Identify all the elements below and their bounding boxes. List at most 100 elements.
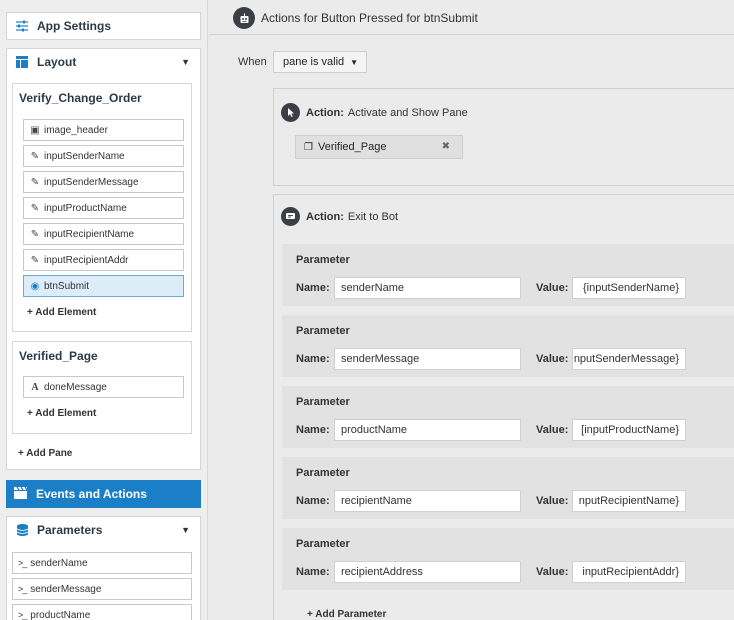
image-icon: ▣: [30, 124, 40, 136]
value-label: Value:: [536, 424, 569, 436]
caret-down-icon[interactable]: ▼: [181, 57, 190, 67]
when-label: When: [238, 56, 267, 68]
add-parameter-link[interactable]: + Add Parameter: [307, 609, 386, 620]
action-header-exit: Action: Exit to Bot: [281, 207, 398, 226]
database-icon: [15, 523, 29, 537]
parameter-name-input[interactable]: productName: [334, 419, 521, 441]
parameter-block: Parameter Name: recipientAddress Value: …: [282, 528, 734, 590]
parameter-item-sender-message[interactable]: >_ senderMessage: [12, 578, 192, 600]
when-condition-value: pane is valid: [283, 56, 345, 68]
layout-icon: [15, 55, 29, 69]
layout-header[interactable]: Layout ▼: [7, 49, 200, 75]
value-label: Value:: [536, 282, 569, 294]
parameter-block: Parameter Name: senderName Value: {input…: [282, 244, 734, 306]
actions-header-title: Actions for Button Pressed for btnSubmit: [261, 11, 478, 25]
parameter-title: Parameter: [296, 396, 350, 408]
pane-chip-label: Verified_Page: [317, 141, 387, 153]
layout-label: Layout: [37, 55, 77, 69]
parameter-block: Parameter Name: recipientName Value: npu…: [282, 457, 734, 519]
element-label: inputRecipientName: [44, 228, 135, 240]
element-item-input-sender-name[interactable]: ✎ inputSenderName: [23, 145, 184, 167]
parameter-title: Parameter: [296, 467, 350, 479]
element-label: image_header: [44, 124, 108, 136]
action-header-activate: Action: Activate and Show Pane: [281, 103, 468, 122]
action-label: Action:: [306, 210, 344, 223]
parameter-name-input[interactable]: recipientName: [334, 490, 521, 512]
left-sidebar: App Settings Layout ▼ Verify_Change_Orde…: [0, 0, 208, 620]
parameter-label: senderName: [30, 557, 88, 569]
terminal-icon: >_: [18, 558, 27, 568]
pane-chip-verified-page[interactable]: ❐ Verified_Page ✖: [295, 135, 463, 159]
add-pane-link[interactable]: + Add Pane: [18, 448, 72, 459]
parameter-name-input[interactable]: senderMessage: [334, 348, 521, 370]
parameter-value-input[interactable]: nputRecipientName}: [572, 490, 686, 512]
edit-icon: ✎: [30, 228, 40, 240]
element-item-input-recipient-addr[interactable]: ✎ inputRecipientAddr: [23, 249, 184, 271]
element-item-image-header[interactable]: ▣ image_header: [23, 119, 184, 141]
when-condition-select[interactable]: pane is valid ▼: [273, 51, 367, 73]
element-label: doneMessage: [44, 381, 107, 393]
action-name: Activate and Show Pane: [347, 106, 468, 119]
bot-chat-icon: [281, 207, 300, 226]
name-label: Name:: [296, 566, 330, 578]
close-icon[interactable]: ✖: [442, 141, 450, 152]
events-and-actions-label: Events and Actions: [36, 487, 147, 501]
edit-icon: ✎: [30, 176, 40, 188]
main-editor: Actions for Button Pressed for btnSubmit…: [209, 0, 734, 620]
parameters-header[interactable]: Parameters ▼: [7, 517, 200, 543]
edit-icon: ✎: [30, 202, 40, 214]
name-label: Name:: [296, 282, 330, 294]
element-label: inputSenderName: [44, 150, 125, 162]
parameter-name-input[interactable]: senderName: [334, 277, 521, 299]
element-label: inputSenderMessage: [44, 176, 139, 188]
value-label: Value:: [536, 566, 569, 578]
add-element-link[interactable]: + Add Element: [27, 307, 96, 318]
element-item-input-product-name[interactable]: ✎ inputProductName: [23, 197, 184, 219]
clapperboard-icon: [14, 486, 28, 502]
parameter-value-input[interactable]: [inputProductName}: [572, 419, 686, 441]
terminal-icon: >_: [18, 610, 27, 620]
caret-down-icon: ▼: [350, 58, 358, 67]
element-item-input-recipient-name[interactable]: ✎ inputRecipientName: [23, 223, 184, 245]
parameter-label: productName: [30, 609, 91, 620]
value-label: Value:: [536, 353, 569, 365]
action-label: Action:: [306, 106, 344, 119]
parameter-value-input[interactable]: {inputSenderName}: [572, 277, 686, 299]
text-icon: A: [31, 381, 39, 393]
parameter-value-input[interactable]: nputSenderMessage}: [572, 348, 686, 370]
parameter-block: Parameter Name: senderMessage Value: npu…: [282, 315, 734, 377]
name-label: Name:: [296, 495, 330, 507]
parameter-title: Parameter: [296, 325, 350, 337]
element-item-done-message[interactable]: A doneMessage: [23, 376, 184, 398]
parameter-title: Parameter: [296, 538, 350, 550]
element-label: btnSubmit: [44, 280, 90, 292]
app-settings-header[interactable]: App Settings: [6, 12, 201, 40]
action-name: Exit to Bot: [347, 210, 399, 223]
parameter-item-product-name[interactable]: >_ productName: [12, 604, 192, 620]
name-label: Name:: [296, 353, 330, 365]
name-label: Name:: [296, 424, 330, 436]
terminal-icon: >_: [18, 584, 27, 594]
element-label: inputRecipientAddr: [44, 254, 129, 266]
parameter-item-sender-name[interactable]: >_ senderName: [12, 552, 192, 574]
parameters-label: Parameters: [37, 523, 103, 537]
sliders-icon: [15, 19, 29, 33]
caret-down-icon[interactable]: ▼: [181, 525, 190, 535]
parameter-value-input[interactable]: inputRecipientAddr}: [572, 561, 686, 583]
edit-icon: ✎: [30, 150, 40, 162]
pane-title[interactable]: Verified_Page: [13, 342, 191, 370]
value-label: Value:: [536, 495, 569, 507]
element-item-btn-submit[interactable]: ◉ btnSubmit: [23, 275, 184, 297]
pane-title[interactable]: Verify_Change_Order: [13, 84, 191, 112]
cursor-pointer-icon: [281, 103, 300, 122]
add-element-link[interactable]: + Add Element: [27, 408, 96, 419]
edit-icon: ✎: [30, 254, 40, 266]
parameter-title: Parameter: [296, 254, 350, 266]
events-and-actions-header[interactable]: Events and Actions: [6, 480, 201, 508]
parameter-name-input[interactable]: recipientAddress: [334, 561, 521, 583]
app-settings-label: App Settings: [37, 19, 111, 33]
parameter-block: Parameter Name: productName Value: [inpu…: [282, 386, 734, 448]
button-icon: ◉: [30, 280, 40, 292]
element-item-input-sender-message[interactable]: ✎ inputSenderMessage: [23, 171, 184, 193]
robot-icon: [233, 7, 255, 29]
